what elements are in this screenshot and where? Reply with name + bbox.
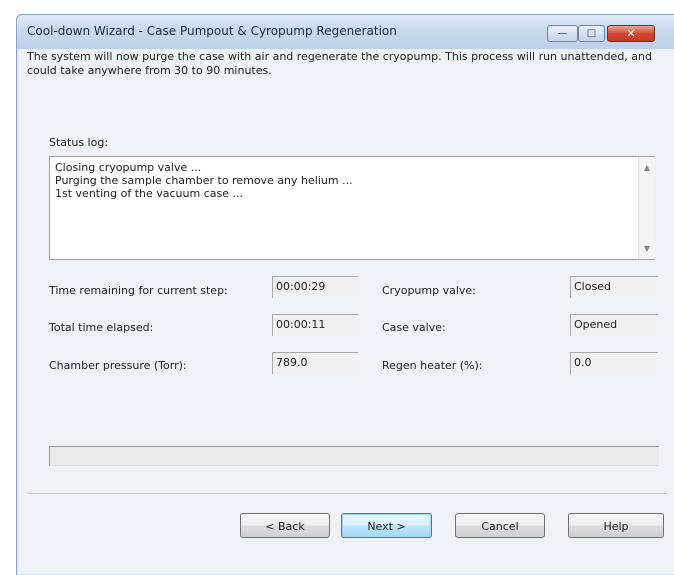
log-scrollbar[interactable]: ▲ ▼ <box>638 157 655 259</box>
close-icon: ✕ <box>626 27 636 40</box>
title-bar[interactable]: Cool-down Wizard - Case Pumpout & Cyropu… <box>17 15 674 49</box>
progress-bar <box>49 446 659 466</box>
log-line: Closing cryopump valve ... <box>55 161 202 174</box>
scroll-down-icon[interactable]: ▼ <box>639 244 655 253</box>
maximize-button[interactable]: □ <box>578 25 605 42</box>
window-title: Cool-down Wizard - Case Pumpout & Cyropu… <box>27 24 397 38</box>
status-log-box[interactable]: Closing cryopump valve ... Purging the s… <box>49 156 655 260</box>
case-valve-value: Opened <box>570 314 658 336</box>
log-line: Purging the sample chamber to remove any… <box>55 174 353 187</box>
minimize-icon: — <box>557 28 568 39</box>
regen-heater-value: 0.0 <box>570 352 658 374</box>
help-button[interactable]: Help <box>568 513 664 538</box>
time-remaining-label: Time remaining for current step: <box>49 284 228 297</box>
minimize-button[interactable]: — <box>547 25 578 42</box>
time-remaining-value: 00:00:29 <box>272 276 358 298</box>
chamber-pressure-label: Chamber pressure (Torr): <box>49 359 187 372</box>
regen-heater-label: Regen heater (%): <box>382 359 483 372</box>
chamber-pressure-value: 789.0 <box>272 352 358 374</box>
maximize-icon: □ <box>586 28 597 39</box>
cryopump-valve-value: Closed <box>570 276 658 298</box>
scroll-up-icon[interactable]: ▲ <box>639 163 655 172</box>
next-button[interactable]: Next > <box>341 513 432 538</box>
intro-text: The system will now purge the case with … <box>27 50 652 77</box>
close-button[interactable]: ✕ <box>607 25 655 42</box>
cryopump-valve-label: Cryopump valve: <box>382 284 476 297</box>
cancel-button[interactable]: Cancel <box>455 513 545 538</box>
total-elapsed-value: 00:00:11 <box>272 314 358 336</box>
log-line: 1st venting of the vacuum case ... <box>55 187 243 200</box>
case-valve-label: Case valve: <box>382 321 446 334</box>
separator <box>27 493 667 495</box>
back-button[interactable]: < Back <box>240 513 330 538</box>
total-elapsed-label: Total time elapsed: <box>49 321 154 334</box>
status-log-label: Status log: <box>49 136 109 149</box>
